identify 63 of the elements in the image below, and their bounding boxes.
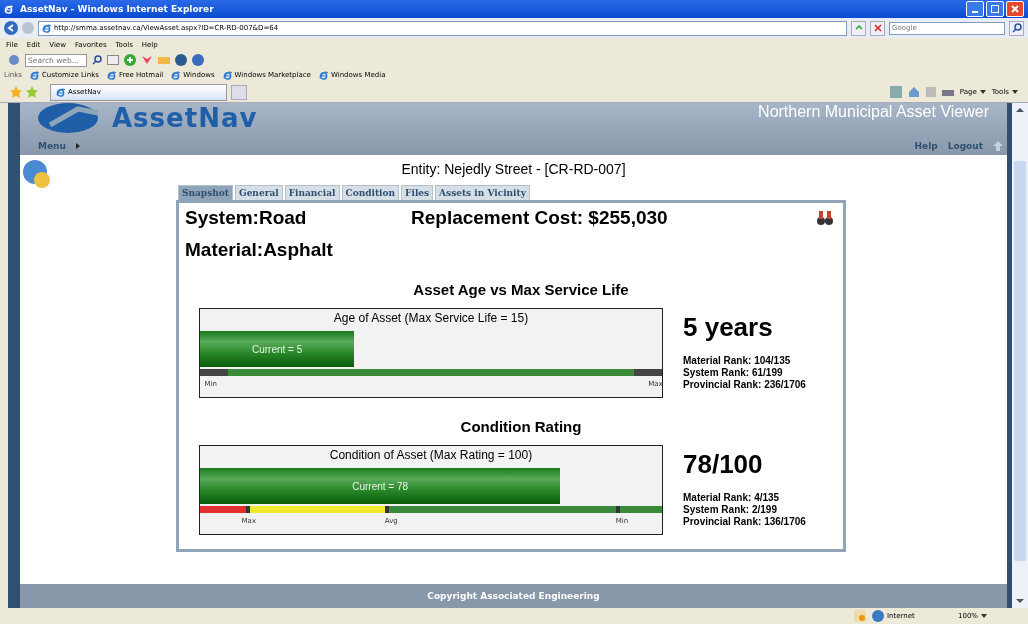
close-button[interactable] [1006,1,1024,17]
home-icon[interactable] [907,86,920,98]
rank-text: Provincial Rank: 236/1706 [683,379,806,391]
copyright-text: Copyright Associated Engineering [427,591,600,601]
browser-logo-icon [171,70,181,80]
protected-mode-icon [854,610,866,622]
rank-text: Material Rank: 104/135 [683,355,792,367]
replacement-cost: Replacement Cost: $255,030 [411,207,668,229]
rank-text: Material Rank: 4/135 [683,492,781,504]
globe-icon [872,610,884,622]
browser-logo-icon [4,4,13,14]
material-label: Material:Asphalt [185,239,334,261]
browser-logo-icon [318,70,328,80]
browser-logo-icon [106,70,116,80]
new-tab-button[interactable] [231,84,247,100]
gauge-bar: Current = 5 [200,331,355,367]
scroll-down-icon[interactable] [1016,598,1024,604]
rank-text: Provincial Rank: 136/1706 [683,516,806,528]
up-arrow-icon[interactable] [993,141,1003,151]
close-icon [872,23,883,33]
rank-text: System Rank: 61/199 [683,367,784,379]
binoculars-icon[interactable] [817,211,833,225]
search-icon[interactable] [1009,20,1024,36]
stop-button[interactable] [870,20,885,36]
tab[interactable]: Files [401,185,434,200]
refresh-button[interactable] [851,20,866,36]
value-reading: 5 years [683,312,774,343]
gauge-title: Condition of Asset (Max Rating = 100) [328,447,534,464]
favorites-star-icon[interactable] [10,86,22,98]
tab[interactable]: Assets in Vicinity [435,185,530,200]
caret-icon [1012,90,1018,94]
entity-title: Entity: Nejedly Street - [CR-RD-007] [400,161,627,177]
browser-logo-icon [30,70,39,80]
plus-icon[interactable] [124,54,136,66]
gauge-title: Age of Asset (Max Service Life = 15) [332,310,530,327]
tab[interactable]: General [234,185,283,200]
section-heading: Condition Rating [459,418,583,435]
globe-icon[interactable] [22,159,52,189]
caret-icon [981,614,987,618]
scroll-up-icon[interactable] [1016,107,1024,113]
rank-text: System Rank: 2/199 [683,504,778,516]
section-heading: Asset Age vs Max Service Life [412,281,630,298]
tab[interactable]: Condition [341,185,400,200]
close-icon [1010,4,1020,14]
browser-logo-icon [42,23,51,33]
gauge-bar: Current = 78 [200,468,561,504]
caret-icon [75,143,80,149]
restore-icon [990,4,1000,14]
minimize-button[interactable] [966,1,984,17]
maximize-button[interactable] [986,1,1004,17]
minimize-icon [972,11,978,13]
window-title: AssetNav - Windows Internet Explorer [20,4,215,14]
add-favorites-icon[interactable] [26,86,38,98]
value-reading: 78/100 [683,449,764,480]
browser-logo-icon [56,87,65,97]
system-label: System:Road [185,207,308,229]
caret-icon [979,90,986,94]
header-title: Northern Municipal Asset Viewer [758,103,989,121]
tab[interactable]: Financial [284,185,340,200]
back-button[interactable] [4,21,18,35]
scrollbar[interactable] [1012,103,1028,608]
search-icon[interactable] [92,55,102,65]
browser-logo-icon [222,70,232,80]
